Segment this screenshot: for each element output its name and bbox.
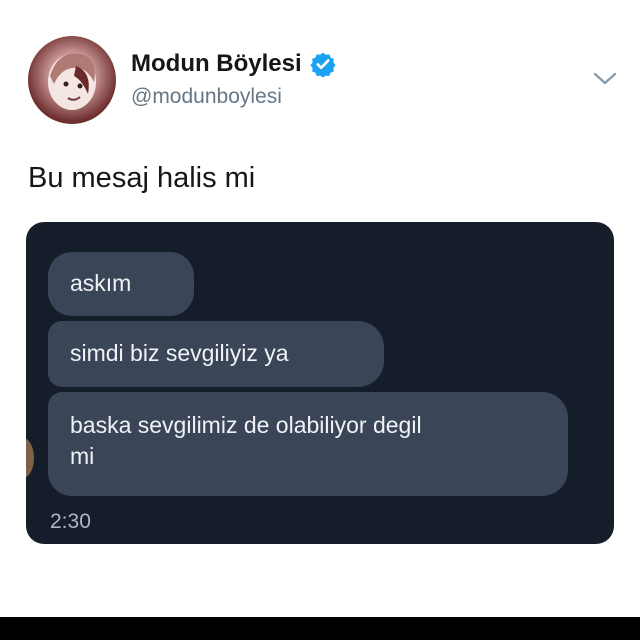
tweet-text: Bu mesaj halis mi [28, 162, 256, 194]
message-bubble: baska sevgilimiz de olabiliyor degil mi [48, 392, 568, 496]
display-name[interactable]: Modun Böylesi [131, 50, 302, 78]
message-timestamp: 2:30 [50, 510, 91, 533]
message-bubble: askım [48, 252, 194, 316]
chevron-down-icon[interactable] [592, 70, 618, 88]
avatar-illustration [48, 53, 96, 110]
message-text-line: baska sevgilimiz de olabiliyor degil [70, 412, 422, 438]
user-handle[interactable]: @modunboylesi [131, 84, 282, 110]
message-bubble: simdi biz sevgiliyiz ya [48, 321, 384, 387]
message-text: simdi biz sevgiliyiz ya [70, 340, 289, 366]
avatar[interactable] [28, 36, 116, 124]
name-row: Modun Böylesi [131, 50, 336, 78]
message-text: askım [70, 270, 132, 296]
bottom-action-bar [0, 617, 640, 640]
tweet-media-image[interactable]: askım simdi biz sevgiliyiz ya baska sevg… [26, 222, 614, 544]
sender-photo-fragment [26, 438, 34, 478]
tweet-card: Modun Böylesi @modunboylesi Bu mesaj hal… [0, 0, 640, 640]
message-text-line: mi [70, 443, 95, 469]
verified-badge-icon [310, 52, 336, 77]
